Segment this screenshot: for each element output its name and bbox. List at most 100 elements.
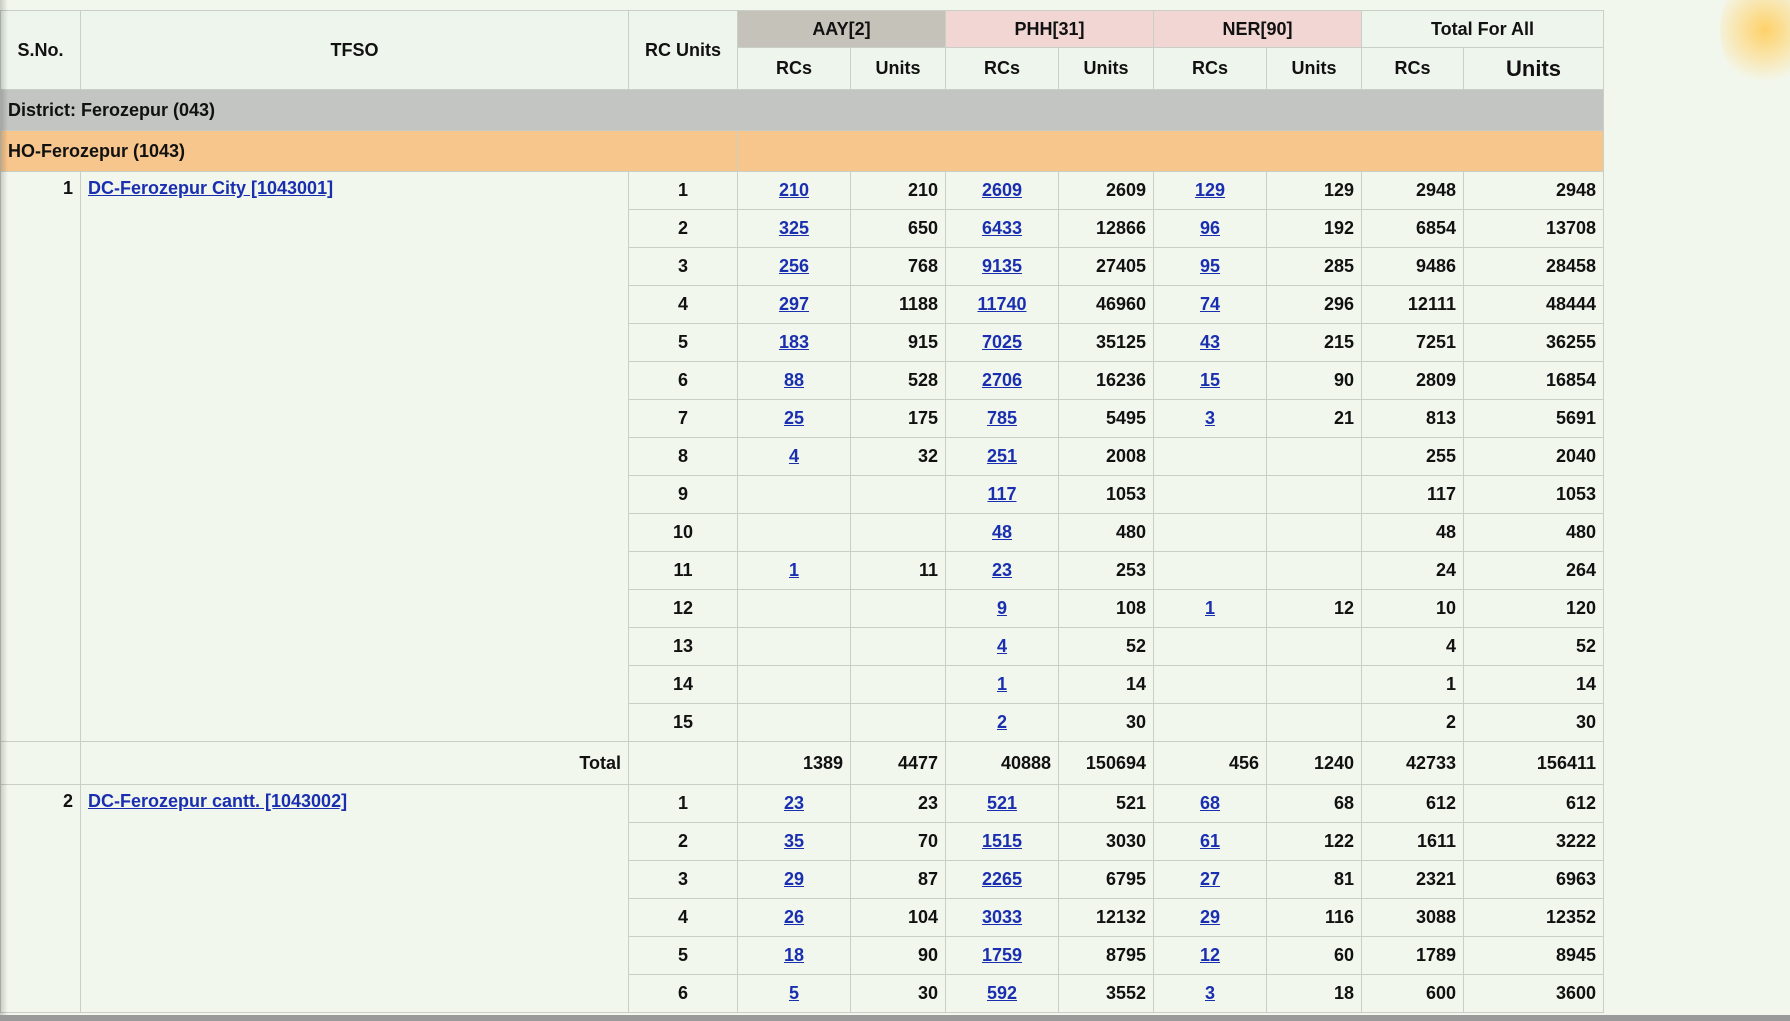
ner-rcs-cell-link[interactable]: 29 [1200, 907, 1220, 927]
aay-units-cell: 30 [850, 974, 946, 1013]
header-phh-rcs: RCs [945, 47, 1059, 90]
phh-units-cell: 16236 [1058, 361, 1154, 400]
total-units-cell: 13708 [1463, 209, 1604, 248]
left-edge-shadow [0, 0, 8, 1021]
rc-units-cell: 3 [628, 860, 738, 899]
aay-rcs-cell-link[interactable]: 183 [779, 332, 809, 352]
phh-rcs-cell-link[interactable]: 2 [997, 712, 1007, 732]
aay-rcs-cell-link[interactable]: 4 [789, 446, 799, 466]
phh-rcs-cell-link[interactable]: 3033 [982, 907, 1022, 927]
phh-rcs-cell-link[interactable]: 521 [987, 793, 1017, 813]
phh-rcs-cell-link[interactable]: 4 [997, 636, 1007, 656]
aay-rcs-cell-link[interactable]: 297 [779, 294, 809, 314]
aay-rcs-cell-link[interactable]: 29 [784, 869, 804, 889]
phh-rcs-cell-link[interactable]: 1 [997, 674, 1007, 694]
ner-rcs-cell-link[interactable]: 68 [1200, 793, 1220, 813]
rc-units-cell: 14 [628, 665, 738, 704]
aay-units-cell: 90 [850, 936, 946, 975]
ner-units-cell: 21 [1266, 399, 1362, 438]
phh-rcs-cell-link[interactable]: 785 [987, 408, 1017, 428]
total-au-cell: 4477 [850, 741, 946, 785]
phh-rcs-cell-link[interactable]: 2265 [982, 869, 1022, 889]
aay-rcs-cell-link[interactable]: 88 [784, 370, 804, 390]
total-units-cell: 14 [1463, 665, 1604, 704]
phh-units-cell: 8795 [1058, 936, 1154, 975]
aay-rcs-cell-link[interactable]: 35 [784, 831, 804, 851]
header-total-rcs: RCs [1361, 47, 1464, 90]
office-name-link[interactable]: DC-Ferozepur cantt. [1043002] [88, 791, 347, 811]
ner-rcs-cell [1153, 513, 1267, 552]
ho-row: HO-Ferozepur (1043) [0, 130, 1604, 172]
total-units-cell: 52 [1463, 627, 1604, 666]
phh-rcs-cell-link[interactable]: 9135 [982, 256, 1022, 276]
phh-rcs-cell: 23 [945, 551, 1059, 590]
aay-rcs-cell-link[interactable]: 1 [789, 560, 799, 580]
phh-units-cell: 108 [1058, 589, 1154, 628]
phh-rcs-cell-link[interactable]: 592 [987, 983, 1017, 1003]
ner-rcs-cell-link[interactable]: 15 [1200, 370, 1220, 390]
ner-units-cell [1266, 437, 1362, 476]
aay-units-cell: 915 [850, 323, 946, 362]
phh-rcs-cell-link[interactable]: 7025 [982, 332, 1022, 352]
ner-units-cell: 285 [1266, 247, 1362, 286]
ner-units-cell [1266, 551, 1362, 590]
phh-rcs-cell: 6433 [945, 209, 1059, 248]
ner-rcs-cell-link[interactable]: 1 [1205, 598, 1215, 618]
total-rcs-cell: 24 [1361, 551, 1464, 590]
aay-units-cell: 175 [850, 399, 946, 438]
ner-rcs-cell-link[interactable]: 3 [1205, 983, 1215, 1003]
total-t-cell: 42733 [1361, 741, 1464, 785]
aay-rcs-cell-link[interactable]: 23 [784, 793, 804, 813]
rc-units-cell: 4 [628, 285, 738, 324]
ner-units-cell: 129 [1266, 171, 1362, 210]
ner-rcs-cell-link[interactable]: 12 [1200, 945, 1220, 965]
aay-units-cell: 11 [850, 551, 946, 590]
aay-rcs-cell-link[interactable]: 5 [789, 983, 799, 1003]
ner-rcs-cell-link[interactable]: 27 [1200, 869, 1220, 889]
phh-rcs-cell-link[interactable]: 6433 [982, 218, 1022, 238]
phh-rcs-cell-link[interactable]: 117 [987, 484, 1016, 504]
aay-rcs-cell: 325 [737, 209, 851, 248]
ner-rcs-cell-link[interactable]: 129 [1195, 180, 1225, 200]
phh-rcs-cell-link[interactable]: 1515 [982, 831, 1022, 851]
rc-units-cell: 11 [628, 551, 738, 590]
ner-rcs-cell-link[interactable]: 74 [1200, 294, 1220, 314]
phh-units-cell: 12132 [1058, 898, 1154, 937]
aay-rcs-cell-link[interactable]: 25 [784, 408, 804, 428]
office-sno: 2 [0, 784, 81, 1013]
aay-rcs-cell-link[interactable]: 210 [779, 180, 809, 200]
office-name-link[interactable]: DC-Ferozepur City [1043001] [88, 178, 333, 198]
ner-units-cell [1266, 513, 1362, 552]
phh-rcs-cell: 2265 [945, 860, 1059, 899]
office-sno: 1 [0, 171, 81, 742]
ner-rcs-cell-link[interactable]: 3 [1205, 408, 1215, 428]
phh-rcs-cell-link[interactable]: 11740 [977, 294, 1026, 314]
aay-rcs-cell-link[interactable]: 256 [779, 256, 809, 276]
aay-rcs-cell-link[interactable]: 26 [784, 907, 804, 927]
ner-rcs-cell-link[interactable]: 95 [1200, 256, 1220, 276]
total-rcs-cell: 2948 [1361, 171, 1464, 210]
ner-rcs-cell-link[interactable]: 96 [1200, 218, 1220, 238]
phh-rcs-cell-link[interactable]: 251 [987, 446, 1017, 466]
rc-units-cell: 7 [628, 399, 738, 438]
aay-units-cell: 104 [850, 898, 946, 937]
total-rcs-cell: 9486 [1361, 247, 1464, 286]
aay-rcs-cell-link[interactable]: 325 [779, 218, 809, 238]
phh-rcs-cell-link[interactable]: 48 [992, 522, 1012, 542]
phh-rcs-cell-link[interactable]: 2609 [982, 180, 1022, 200]
ner-rcs-cell [1153, 475, 1267, 514]
aay-rcs-cell-link[interactable]: 18 [784, 945, 804, 965]
phh-rcs-cell-link[interactable]: 9 [997, 598, 1007, 618]
phh-rcs-cell-link[interactable]: 2706 [982, 370, 1022, 390]
ho-label: HO-Ferozepur (1043) [0, 130, 738, 172]
ner-rcs-cell-link[interactable]: 61 [1200, 831, 1220, 851]
phh-rcs-cell-link[interactable]: 23 [992, 560, 1012, 580]
rc-units-cell: 15 [628, 703, 738, 742]
phh-rcs-cell-link[interactable]: 1759 [982, 945, 1022, 965]
ner-rcs-cell-link[interactable]: 43 [1200, 332, 1220, 352]
total-rcs-cell: 1 [1361, 665, 1464, 704]
aay-units-cell: 210 [850, 171, 946, 210]
aay-rcs-cell: 5 [737, 974, 851, 1013]
district-row: District: Ferozepur (043) [0, 89, 1604, 131]
total-rcs-cell: 4 [1361, 627, 1464, 666]
